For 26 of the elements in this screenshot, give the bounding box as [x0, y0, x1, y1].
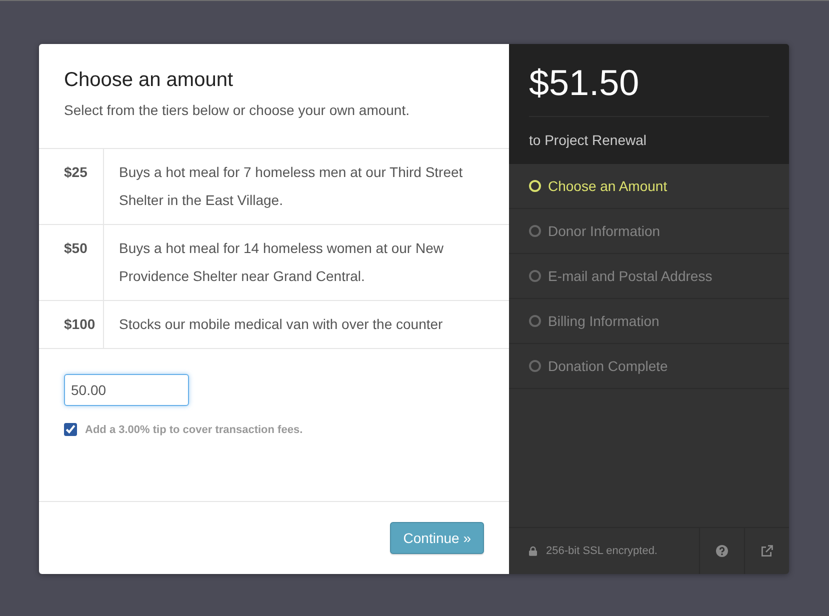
tier-amount[interactable]: $50: [64, 240, 88, 256]
form-title: Choose an amount: [64, 68, 234, 92]
form-subtitle: Select from the tiers below or choose your own amount.: [64, 101, 411, 120]
tier-description[interactable]: Stocks our mobile medical van with over the counter: [119, 310, 443, 338]
circle-icon: [529, 270, 541, 282]
tip-checkbox[interactable]: [64, 423, 77, 436]
tier-amount[interactable]: $100: [64, 316, 96, 332]
tier-description[interactable]: Buys a hot meal for 14 homeless women at our New Providence Shelter near Grand Central.: [119, 234, 481, 290]
amount-input[interactable]: 50.00: [64, 374, 189, 406]
security-note: 256-bit SSL encrypted.: [546, 545, 658, 557]
circle-icon: [529, 315, 541, 327]
step-label: Billing Information: [548, 313, 660, 329]
recipient-label: to Project Renewal: [529, 131, 648, 150]
circle-icon: [529, 360, 541, 372]
donation-total: $51.50: [529, 62, 769, 117]
external-link-icon: [761, 545, 773, 557]
lock-icon: [529, 546, 537, 556]
step-label: Choose an Amount: [548, 178, 668, 194]
help-icon: [716, 545, 728, 557]
circle-icon: [529, 180, 541, 192]
step-label: Donation Complete: [548, 358, 668, 374]
step-label: E-mail and Postal Address: [548, 268, 712, 284]
circle-icon: [529, 225, 541, 237]
tier-amount[interactable]: $25: [64, 164, 88, 180]
step-label: Donor Information: [548, 223, 660, 239]
tier-description[interactable]: Buys a hot meal for 7 homeless men at our Third Street Shelter in the East Village.: [119, 158, 481, 214]
